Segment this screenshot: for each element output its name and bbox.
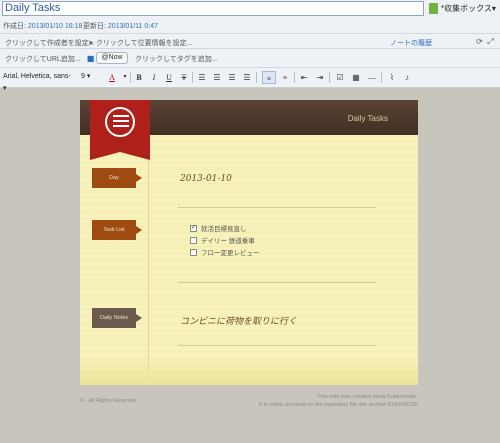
font-select[interactable]: Arial, Helvetica, sans- ▾ xyxy=(3,71,75,92)
updated-date: 更新日: 2013/01/11 0:47 xyxy=(83,23,158,30)
align-center-icon[interactable]: ☰ xyxy=(210,71,224,84)
table-icon[interactable]: ▦ xyxy=(349,71,363,84)
url-field[interactable]: クリックしてURL追加... xyxy=(5,54,81,64)
horizontal-rule-icon[interactable]: — xyxy=(365,71,379,84)
tag-field[interactable]: クリックしてタグを追加... xyxy=(135,54,218,64)
expand-icon[interactable]: ⤢ xyxy=(486,37,495,46)
date-value: 2013-01-10 xyxy=(180,174,232,184)
text-color-icon[interactable]: A xyxy=(105,71,119,84)
font-size-select[interactable]: 9 ▾ xyxy=(81,71,99,83)
checkbox-icon[interactable]: ☑ xyxy=(333,71,347,84)
notebook-selector[interactable]: *収集ボックス ▾ xyxy=(429,1,496,16)
location-arrow-icon: ➤ xyxy=(88,40,94,47)
align-right-icon[interactable]: ☰ xyxy=(225,71,239,84)
outdent-icon[interactable]: ⇤ xyxy=(297,71,311,84)
tag-icon: ■ xyxy=(86,54,95,63)
checkbox-unchecked[interactable] xyxy=(190,248,197,256)
checkbox-checked[interactable]: ✓ xyxy=(190,224,197,232)
align-left-icon[interactable]: ☰ xyxy=(195,71,209,84)
note-body[interactable]: Daily Tasks Day 2013-01-10 Task List ✓ 就… xyxy=(80,100,418,385)
task-item[interactable]: フロー変更レビュー xyxy=(190,247,260,257)
copyright: © . All Rights Reserved xyxy=(80,398,137,404)
task-list-label: Task List xyxy=(92,220,142,240)
justify-icon[interactable]: ☰ xyxy=(240,71,254,84)
numbered-list-icon[interactable]: ≡ xyxy=(278,71,292,84)
indent-icon[interactable]: ⇥ xyxy=(313,71,327,84)
microphone-icon[interactable]: ♪ xyxy=(400,71,414,84)
daily-notes-label: Daily Notes xyxy=(92,308,142,328)
daily-notes-value: コンビニに荷物を取りに行く xyxy=(180,317,298,327)
task-item[interactable]: デイリー 鉄道乗車 xyxy=(190,235,255,245)
created-date: 作成日: 2013/01/10 16:18 xyxy=(3,23,83,30)
underline-icon[interactable]: U xyxy=(162,71,176,84)
now-button[interactable]: @Now xyxy=(96,52,128,64)
note-title-input[interactable]: Daily Tasks xyxy=(2,1,424,16)
bullet-list-icon[interactable]: ≡ xyxy=(262,71,276,84)
bold-icon[interactable]: B xyxy=(132,71,146,84)
notebook-label: *収集ボックス xyxy=(441,4,492,13)
format-toolbar: Arial, Helvetica, sans- ▾ 9 ▾ A ▾ B I U … xyxy=(0,68,500,92)
chevron-down-icon: ▾ xyxy=(491,4,496,13)
checkbox-unchecked[interactable] xyxy=(190,236,197,244)
refresh-icon[interactable]: ⟳ xyxy=(475,37,484,46)
notebook-icon xyxy=(429,3,438,14)
note-header-panel: Daily Tasks *収集ボックス ▾ 作成日: 2013/01/10 16… xyxy=(0,0,500,92)
strikethrough-icon[interactable]: T xyxy=(177,71,191,84)
task-item[interactable]: ✓ 就活目標見直し xyxy=(190,223,247,233)
attachment-icon[interactable]: ⌇ xyxy=(385,71,399,84)
template-title: Daily Tasks xyxy=(347,114,388,123)
location-field[interactable]: ➤ クリックして位置情報を設定... xyxy=(88,38,192,48)
italic-icon[interactable]: I xyxy=(147,71,161,84)
day-label: Day xyxy=(92,168,142,188)
note-history-link[interactable]: ノートの履歴 xyxy=(390,38,432,48)
author-field[interactable]: クリックして作成者を設定... xyxy=(5,38,95,48)
footer-credit: This note was created using Kustomnote. … xyxy=(259,394,418,408)
